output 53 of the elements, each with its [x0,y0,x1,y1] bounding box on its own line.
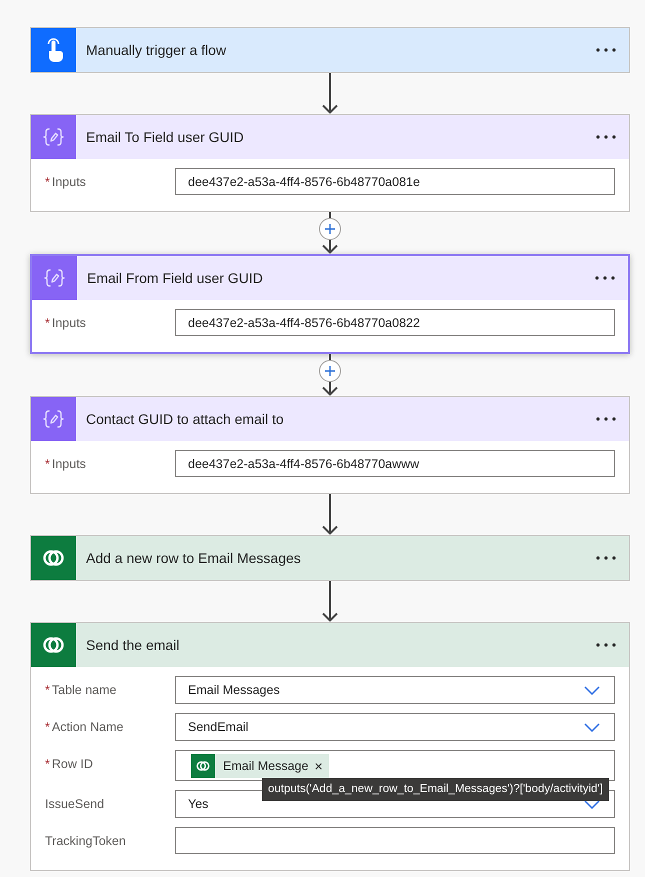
field-label: IssueSend [45,797,104,811]
more-icon[interactable] [596,417,616,421]
tooltip: outputs('Add_a_new_row_to_Email_Messages')?['body/activityid'] [262,778,609,801]
plus-icon [325,366,335,376]
field-label: Action Name [52,720,124,734]
field-label: Table name [52,683,116,697]
action-title: Add a new row to Email Messages [86,550,301,566]
token-chip[interactable]: Email Message × [191,754,329,778]
required-mark: * [45,316,50,330]
required-mark: * [45,720,50,734]
more-icon[interactable] [596,556,616,560]
field-label: TrackingToken [45,834,126,848]
interlocked-rings-icon [191,754,215,778]
required-mark: * [45,683,50,697]
card-header[interactable]: Send the email [31,623,629,667]
required-mark: * [45,175,50,189]
braces-pencil-icon [32,256,77,300]
action-title: Contact GUID to attach email to [86,411,284,427]
token-field[interactable]: Email Message × [175,750,615,781]
field-label: Inputs [52,457,86,471]
card-header[interactable]: Contact GUID to attach email to [31,397,629,441]
card-header[interactable]: Manually trigger a flow [31,28,629,72]
add-step-button[interactable] [319,360,341,382]
action-title: Manually trigger a flow [86,42,226,58]
required-mark: * [45,757,50,771]
field-label: Inputs [52,175,86,189]
field-label: Inputs [52,316,86,330]
input-field[interactable]: dee437e2-a53a-4ff4-8576-6b48770a0822 [175,309,615,336]
action-title: Email From Field user GUID [87,270,263,286]
more-icon[interactable] [596,643,616,647]
more-icon[interactable] [596,48,616,52]
chevron-down-icon [584,800,600,808]
dropdown[interactable]: Email Messages [175,676,615,704]
action-title: Send the email [86,637,180,653]
card-header[interactable]: Email From Field user GUID [32,256,628,300]
braces-pencil-icon [31,115,76,159]
card-header[interactable]: Email To Field user GUID [31,115,629,159]
required-mark: * [45,457,50,471]
input-field[interactable]: dee437e2-a53a-4ff4-8576-6b48770awww [175,450,615,477]
more-icon[interactable] [595,276,615,280]
chevron-down-icon [584,722,600,732]
braces-pencil-icon [31,397,76,441]
plus-icon [325,224,335,234]
dropdown[interactable]: SendEmail [175,713,615,741]
input-field[interactable] [175,827,615,854]
field-label: Row ID [52,757,93,771]
more-icon[interactable] [596,135,616,139]
chevron-down-icon [584,686,600,694]
add-step-button[interactable] [319,218,341,240]
card-header[interactable]: Add a new row to Email Messages [31,536,629,580]
remove-token-button[interactable]: × [312,758,325,774]
input-field[interactable]: dee437e2-a53a-4ff4-8576-6b48770a081e [175,168,615,195]
action-title: Email To Field user GUID [86,129,244,145]
